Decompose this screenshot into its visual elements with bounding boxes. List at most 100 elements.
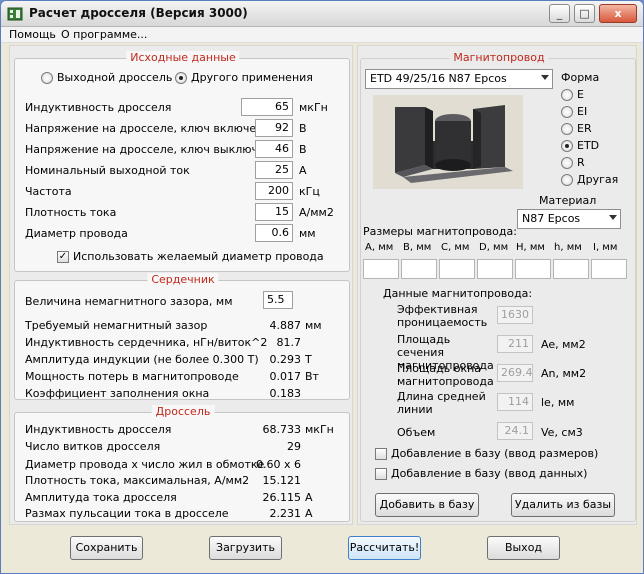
core-row-unit: Вт: [305, 370, 319, 383]
frequency-label: Частота: [25, 185, 72, 198]
choke-row-value: 0.60 х 6: [256, 458, 301, 471]
param-volume-unit: Ve, см3: [541, 426, 583, 439]
core-row-value: 0.183: [269, 387, 302, 400]
add-sizes-checkbox[interactable]: [375, 448, 387, 460]
dim-a-input[interactable]: [363, 259, 399, 279]
shape-etd-radio[interactable]: [561, 140, 573, 152]
inductance-input[interactable]: 65: [241, 98, 293, 116]
choke-row-label: Число витков дросселя: [25, 440, 161, 453]
core-row-value: 81.7: [276, 336, 302, 349]
shape-er-radio[interactable]: [561, 123, 573, 135]
shape-other-label: Другая: [577, 173, 619, 186]
core-select-value: ETD 49/25/16 N87 Epcos: [370, 72, 507, 85]
voltage-off-input[interactable]: 46: [255, 140, 293, 158]
delete-from-db-button[interactable]: Удалить из базы: [511, 493, 615, 517]
dim-i-input[interactable]: [591, 259, 627, 279]
material-select-value: N87 Epcos: [522, 212, 581, 225]
gap-input[interactable]: 5.5: [263, 291, 293, 309]
mode-output-radio[interactable]: [41, 72, 53, 84]
param-window-value: 269.4: [497, 364, 533, 382]
dim-header-b: B, мм: [403, 242, 432, 253]
menu-help[interactable]: Помощь: [9, 28, 56, 41]
maximize-button[interactable]: □: [574, 4, 595, 23]
core-image: [373, 95, 523, 189]
core-row-label: Амплитуда индукции (не более 0.300 Т): [25, 353, 259, 366]
shape-r-radio[interactable]: [561, 157, 573, 169]
menu-bar: Помощь О программе...: [1, 27, 643, 43]
frequency-input[interactable]: 200: [255, 182, 293, 200]
current-input[interactable]: 25: [255, 161, 293, 179]
wire-diameter-label: Диаметр провода: [25, 227, 128, 240]
chevron-down-icon[interactable]: [609, 215, 617, 220]
menu-about[interactable]: О программе...: [61, 28, 147, 41]
shape-e-radio[interactable]: [561, 89, 573, 101]
choke-row-label: Плотность тока, максимальная, А/мм2: [25, 474, 250, 487]
shape-ei-label: EI: [577, 105, 588, 118]
current-density-label: Плотность тока: [25, 206, 117, 219]
dim-b-input[interactable]: [401, 259, 437, 279]
shape-other-radio[interactable]: [561, 174, 573, 186]
app-window: Расчет дросселя (Версия 3000) _ □ x Помо…: [0, 0, 644, 574]
core-row-label: Коэффициент заполнения окна: [25, 387, 210, 400]
param-volume-label: Объем: [397, 426, 436, 439]
core-row-unit: Т: [305, 353, 312, 366]
param-volume-value: 24.1: [497, 422, 533, 440]
choke-row-value: 68.733: [262, 423, 302, 436]
inductance-unit: мкГн: [299, 101, 328, 114]
save-button[interactable]: Сохранить: [70, 536, 143, 560]
data-label: Данные магнитопровода:: [383, 287, 533, 300]
magnet-group: Магнитопровод ETD 49/25/16 N87 Epcos Фор: [360, 51, 636, 522]
exit-button[interactable]: Выход: [487, 536, 560, 560]
param-window-unit: An, мм2: [541, 367, 587, 380]
voltage-on-input[interactable]: 92: [255, 119, 293, 137]
wire-diameter-unit: мм: [299, 227, 316, 240]
chevron-down-icon[interactable]: [541, 75, 549, 80]
dim-header-i: I, мм: [593, 242, 618, 253]
choke-row-value: 2.231: [269, 507, 302, 520]
voltage-off-unit: В: [299, 143, 307, 156]
frequency-unit: кГц: [299, 185, 320, 198]
core-group: Сердечник Величина немагнитного зазора, …: [14, 273, 350, 400]
param-length-value: 114: [497, 393, 533, 411]
choke-group-title: Дроссель: [151, 405, 215, 418]
add-data-checkbox[interactable]: [375, 468, 387, 480]
add-to-db-button[interactable]: Добавить в базу: [375, 493, 479, 517]
calculate-button[interactable]: Рассчитать!: [348, 536, 421, 560]
shape-er-label: ER: [577, 122, 592, 135]
choke-row-unit: А: [305, 491, 313, 504]
mode-other-label: Другого применения: [191, 71, 313, 84]
minimize-button[interactable]: _: [549, 4, 570, 23]
magnet-group-title: Магнитопровод: [449, 51, 549, 64]
title-bar[interactable]: Расчет дросселя (Версия 3000) _ □ x: [1, 1, 643, 27]
choke-row-value: 15.121: [262, 474, 302, 487]
use-diameter-checkbox[interactable]: ✓: [57, 251, 69, 263]
current-density-input[interactable]: 15: [255, 203, 293, 221]
core-row-value: 0.293: [269, 353, 302, 366]
dim-d-input[interactable]: [477, 259, 513, 279]
param-area-value: 211: [497, 335, 533, 353]
dim-c-input[interactable]: [439, 259, 475, 279]
shape-ei-radio[interactable]: [561, 106, 573, 118]
dim-h-input[interactable]: [515, 259, 551, 279]
choke-row-label: Диаметр провода х число жил в обмотке: [25, 458, 265, 471]
param-area-unit: Ae, мм2: [541, 338, 586, 351]
close-button[interactable]: x: [599, 4, 637, 23]
load-button[interactable]: Загрузить: [209, 536, 282, 560]
mode-other-radio[interactable]: [175, 72, 187, 84]
material-label: Материал: [539, 194, 597, 207]
choke-row-label: Размах пульсации тока в дросселе: [25, 507, 229, 520]
param-length-label: Длина средней линии: [397, 390, 486, 416]
core-select[interactable]: ETD 49/25/16 N87 Epcos: [365, 69, 553, 89]
dim-header-d: D, мм: [479, 242, 509, 253]
core-row-value: 4.887: [269, 319, 302, 332]
choke-row-value: 29: [287, 440, 301, 453]
wire-diameter-input[interactable]: 0.6: [255, 224, 293, 242]
choke-group: Дроссель Индуктивность дросселя 68.733 м…: [14, 405, 350, 522]
dim-h-small-input[interactable]: [553, 259, 589, 279]
param-permeability-label: Эффективная проницаемость: [397, 303, 488, 329]
material-select[interactable]: N87 Epcos: [517, 209, 621, 229]
dim-header-a: A, мм: [365, 242, 394, 253]
shape-label: Форма: [561, 71, 600, 84]
window-title: Расчет дросселя (Версия 3000): [29, 6, 248, 20]
choke-row-value: 26.115: [262, 491, 302, 504]
